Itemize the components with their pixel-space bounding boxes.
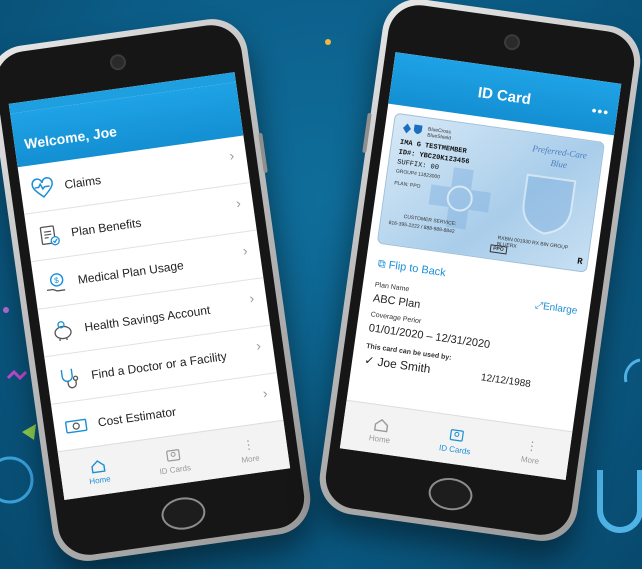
more-options-icon[interactable]: •••: [591, 102, 611, 120]
menu-item-label: Find a Doctor or a Facility: [90, 348, 228, 382]
tab-label: Home: [368, 432, 391, 445]
card-ppo: PPO: [489, 244, 508, 255]
chevron-right-icon: ›: [248, 289, 256, 307]
enlarge-button[interactable]: ⤢Enlarge: [534, 300, 578, 317]
bcbs-logo-icon: [403, 123, 423, 134]
flip-to-back-button[interactable]: ⧉ Flip to Back: [377, 258, 447, 280]
tab-more[interactable]: ⋮ More: [490, 422, 572, 480]
chevron-right-icon: ›: [234, 194, 242, 212]
svg-text:$: $: [54, 275, 60, 285]
chevron-right-icon: ›: [255, 337, 262, 354]
menu-item-label: Cost Estimator: [96, 404, 177, 429]
money-icon: [64, 418, 88, 434]
card-rxbin: RXBIN 001930 RX BIN GROUP BLUERX: [496, 235, 569, 252]
card-plan: PLAN: PPO: [393, 180, 421, 190]
tab-home[interactable]: Home: [340, 401, 422, 459]
more-icon: ⋮: [525, 437, 540, 454]
watermark-shield-icon: [522, 173, 577, 235]
menu-item-label: Claims: [63, 172, 102, 192]
menu-item-label: Health Savings Account: [83, 302, 211, 334]
chevron-right-icon: ›: [261, 384, 269, 402]
id-card-icon: [449, 428, 464, 442]
tab-label: More: [240, 452, 261, 465]
checklist-icon: [39, 224, 60, 245]
home-icon: [374, 418, 389, 432]
member-dob: 12/12/1988: [480, 372, 532, 391]
home-icon: [91, 459, 106, 474]
id-card-icon: [166, 448, 181, 462]
card-rx: R: [576, 256, 584, 268]
more-icon: ⋮: [241, 436, 256, 453]
tab-label: ID Cards: [158, 462, 192, 476]
dollar-hand-icon: $: [46, 272, 66, 292]
chevron-right-icon: ›: [241, 242, 249, 259]
tab-label: ID Cards: [438, 442, 472, 456]
plan-name-label: Plan Name: [374, 281, 410, 294]
flip-label: Flip to Back: [387, 259, 447, 280]
heartbeat-icon: [31, 176, 53, 198]
menu-item-label: Medical Plan Usage: [76, 257, 185, 287]
enlarge-label: Enlarge: [542, 301, 578, 317]
page-title: ID Card: [476, 84, 533, 109]
plan-name-value: ABC Plan: [372, 292, 422, 311]
tab-label: Home: [88, 473, 112, 486]
tab-id-cards[interactable]: ID Cards: [415, 411, 497, 469]
card-brand: BlueCross BlueShield: [426, 126, 452, 142]
tab-label: More: [520, 454, 540, 466]
stethoscope-icon: [60, 368, 79, 388]
card-blue: Blue: [549, 157, 568, 171]
piggy-bank-icon: [54, 320, 72, 341]
chevron-right-icon: ›: [228, 147, 236, 164]
insurance-card[interactable]: BlueCross BlueShield Preferred-Care Blue…: [376, 112, 606, 273]
menu-item-label: Plan Benefits: [70, 215, 143, 239]
